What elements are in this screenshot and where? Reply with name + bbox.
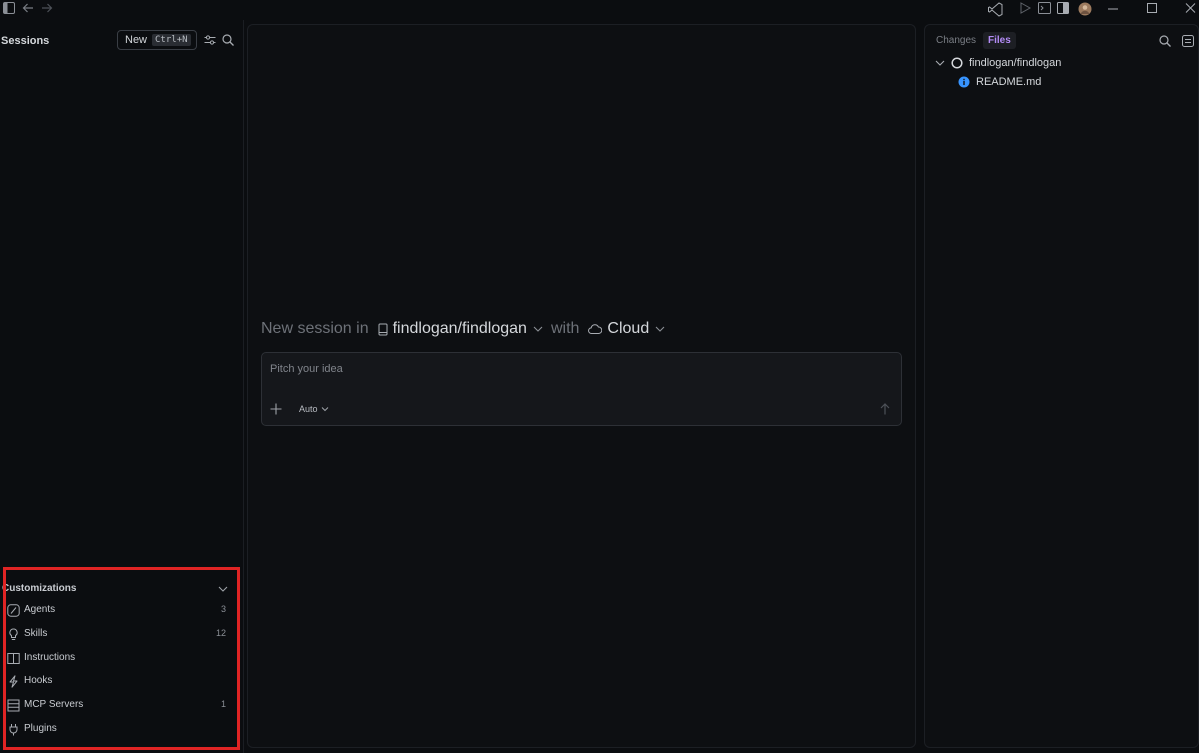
send-arrow-icon[interactable] [880, 403, 890, 418]
tab-files[interactable]: Files [983, 32, 1016, 49]
new-session-button[interactable]: New Ctrl+N [117, 30, 197, 50]
new-session-label: New [125, 34, 148, 46]
repo-icon [378, 323, 388, 336]
repo-selector[interactable]: findlogan/findlogan [393, 320, 527, 338]
chevron-down-icon[interactable] [533, 324, 543, 334]
main-panel: New session in findlogan/findlogan with … [247, 24, 916, 748]
maximize-icon[interactable] [1147, 2, 1157, 14]
prompt-box: Auto [261, 352, 902, 426]
terminal-icon[interactable] [1038, 2, 1051, 14]
sessions-title: Sessions [1, 35, 50, 47]
filter-icon[interactable] [204, 34, 216, 46]
tree-item-file[interactable]: README.md [958, 76, 1041, 88]
highlight-box [3, 567, 240, 750]
run-icon[interactable] [1019, 2, 1031, 14]
collapse-all-icon[interactable] [1182, 35, 1194, 47]
chevron-down-icon [935, 60, 945, 66]
plus-icon[interactable] [270, 403, 282, 418]
repo-circle-icon [951, 57, 963, 69]
search-icon[interactable] [222, 34, 234, 46]
new-session-prefix: New session in [261, 320, 369, 337]
close-icon[interactable] [1185, 2, 1196, 14]
back-arrow-icon[interactable] [22, 2, 34, 14]
chevron-down-icon [321, 407, 328, 412]
prompt-input[interactable] [270, 363, 870, 375]
new-session-shortcut: Ctrl+N [152, 34, 191, 46]
split-panel-icon[interactable] [1057, 2, 1069, 14]
tree-item-repo[interactable]: findlogan/findlogan [935, 57, 1061, 69]
target-selector[interactable]: Cloud [607, 320, 649, 338]
minimize-icon[interactable] [1108, 2, 1118, 14]
toggle-sidebar-icon[interactable] [3, 2, 15, 14]
mode-label: Auto [299, 404, 318, 414]
cloud-icon [588, 323, 603, 335]
new-session-headline: New session in findlogan/findlogan with … [261, 320, 673, 338]
search-icon[interactable] [1159, 35, 1171, 47]
chevron-down-icon[interactable] [655, 324, 665, 334]
avatar[interactable] [1078, 2, 1092, 16]
forward-arrow-icon[interactable] [41, 2, 53, 14]
mode-selector[interactable]: Auto [299, 404, 329, 414]
tree-item-label: README.md [976, 76, 1042, 88]
title-bar [0, 0, 1199, 20]
tree-item-label: findlogan/findlogan [969, 57, 1062, 69]
tab-changes[interactable]: Changes [931, 32, 981, 49]
vscode-icon[interactable] [988, 2, 1003, 17]
info-icon [958, 76, 970, 88]
with-label: with [550, 320, 580, 337]
files-panel: Changes Files findlogan/findlogan README… [924, 24, 1199, 748]
